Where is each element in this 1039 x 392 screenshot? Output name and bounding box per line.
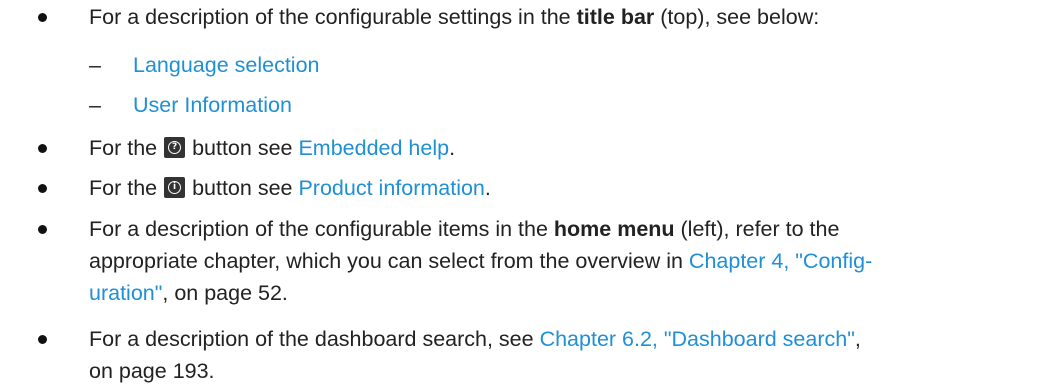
item-text-line-2: appropriate chapter, which you can selec… [89,249,689,273]
help-circle-icon: ? [164,137,186,158]
list-item-text-line-2: on page 193. [89,354,1019,388]
list-item-text-line-1: For a description of the configurable it… [89,212,1019,246]
link-chapter-6-2[interactable]: Chapter 6.2, "Dashboard search" [540,327,855,351]
item-text-suffix: . [449,136,456,160]
list-item-text: For a description of the configurable se… [89,0,1019,34]
bullet-icon [38,13,47,22]
link-chapter-4-part-2[interactable]: uration" [89,281,162,305]
link-product-information[interactable]: Product information [298,176,484,200]
link-embedded-help[interactable]: Embedded help [298,136,449,160]
list-item-text-line-2: appropriate chapter, which you can selec… [89,244,1019,278]
dash-marker: – [89,93,101,117]
list-item-text: For the ? button see Embedded help. [89,131,1019,165]
item-text-middle: button see [186,176,299,200]
item-text-bold: home menu [553,217,675,241]
dash-marker: – [89,53,101,77]
item-text-suffix: . [484,176,491,200]
item-text-prefix: For a description of the configurable it… [89,217,554,241]
bullet-icon [38,225,47,234]
link-user-information[interactable]: User Information [133,88,292,122]
link-language-selection[interactable]: Language selection [133,48,320,82]
item-text-middle: button see [186,136,299,160]
item-text-page-ref: , on page 52. [162,281,288,305]
link-chapter-4-part-1[interactable]: Chapter 4, "Config- [689,249,872,273]
info-circle-icon: i [164,177,186,198]
item-text-prefix: For the [89,136,164,160]
list-item-text-line-3: uration", on page 52. [89,276,1019,310]
item-text-suffix: (left), refer to the [674,217,840,241]
bullet-icon [38,335,47,344]
item-text-middle: , [854,327,861,351]
item-text-suffix: (top), see below: [654,5,820,29]
item-text-bold: title bar [576,5,655,29]
item-text-prefix: For the [89,176,164,200]
item-text-prefix: For a description of the configurable se… [89,5,577,29]
item-text-prefix: For a description of the dashboard searc… [89,327,540,351]
list-item-text-line-1: For a description of the dashboard searc… [89,322,1019,356]
bullet-icon [38,144,47,153]
item-text-page-ref: on page 193. [89,359,215,383]
list-item-text: For the i button see Product information… [89,171,1019,205]
bullet-icon [38,184,47,193]
